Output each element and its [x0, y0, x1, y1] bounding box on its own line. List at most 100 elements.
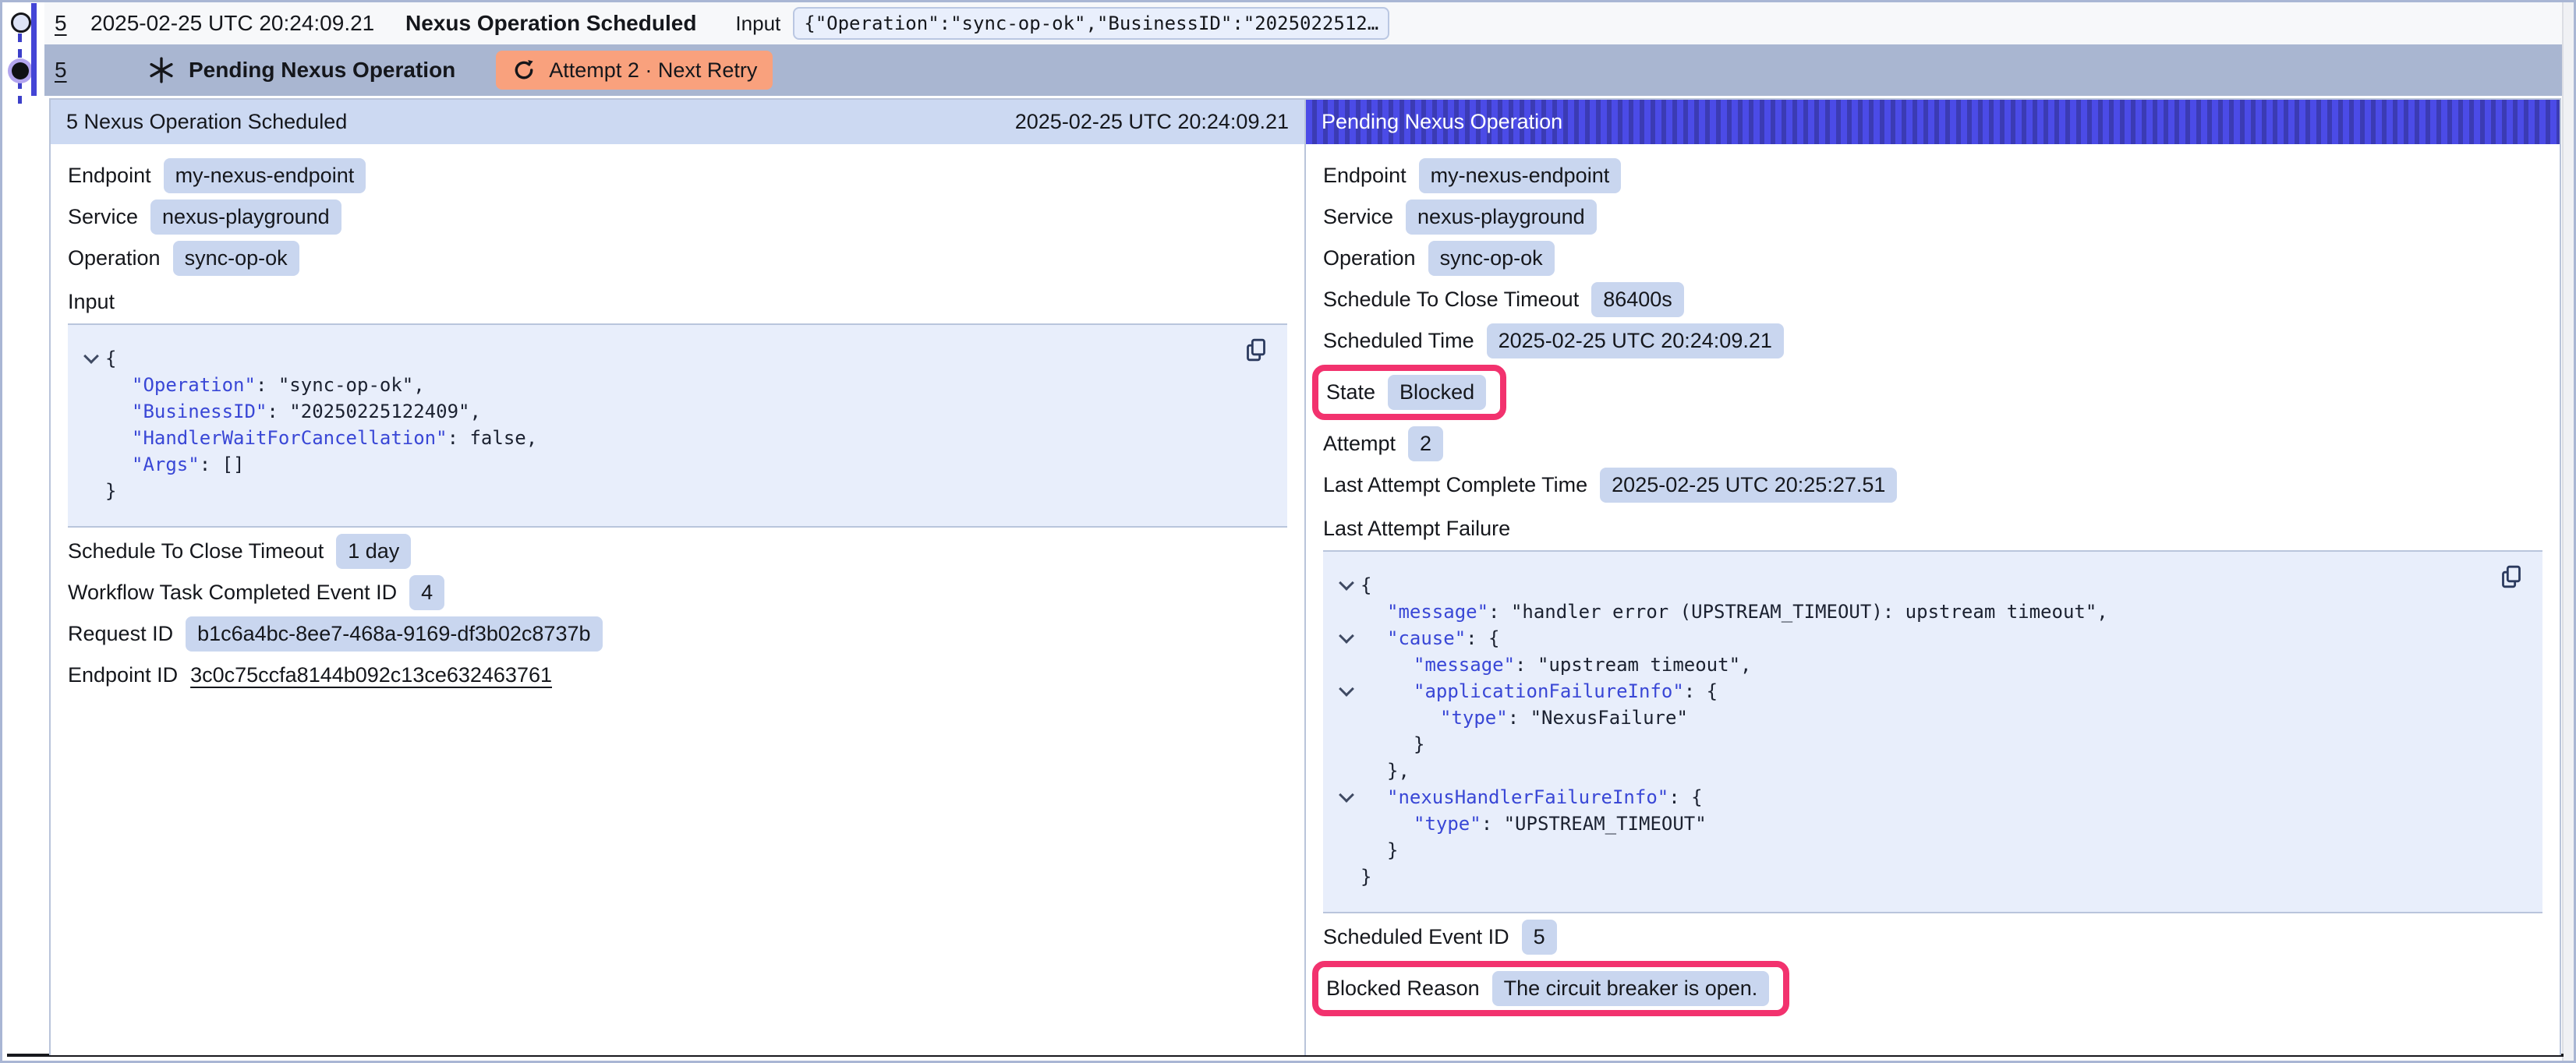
code-line-gutter [1332, 688, 1361, 694]
field-value-badge: 4 [409, 575, 444, 610]
json-code-block: {"message": "handler error (UPSTREAM_TIM… [1323, 550, 2542, 913]
copy-icon[interactable] [2500, 564, 2522, 589]
field-value-badge: sync-op-ok [1428, 241, 1555, 276]
field-row-endpoint: Endpointmy-nexus-endpoint [68, 158, 1287, 193]
code-line-text: "nexusHandlerFailureInfo": { [1361, 784, 1703, 810]
panel-header-timestamp: 2025-02-25 UTC 20:24:09.21 [1015, 110, 1289, 134]
event-id-link[interactable]: 5 [55, 11, 90, 36]
event-row-nexus-operation-scheduled[interactable]: 5 2025-02-25 UTC 20:24:09.21 Nexus Opera… [44, 2, 2564, 44]
copy-icon[interactable] [1245, 337, 1267, 362]
pending-panel-body: Endpointmy-nexus-endpoint Servicenexus-pl… [1306, 144, 2560, 1030]
annotation-highlight: StateBlocked [1312, 365, 1506, 420]
field-value-link[interactable]: 3c0c75ccfa8144b092c13ce632463761 [190, 663, 552, 687]
field-row-schedule-to-close-timeout: Schedule To Close Timeout 86400s [1323, 282, 2542, 317]
code-line: "nexusHandlerFailureInfo": { [1332, 784, 2527, 810]
field-row-operation: Operationsync-op-ok [68, 241, 1287, 276]
field-label: Scheduled Event ID [1323, 925, 1509, 949]
field-value-badge: nexus-playground [1406, 200, 1597, 235]
code-line-gutter [1332, 635, 1361, 641]
field-row-schedule-to-close-timeout: Schedule To Close Timeout1 day [68, 534, 1287, 569]
field-label: Schedule To Close Timeout [1323, 288, 1579, 312]
event-timestamp: 2025-02-25 UTC 20:24:09.21 [90, 11, 405, 36]
field-label: Endpoint ID [68, 663, 178, 687]
field-row-blocked-reason: Blocked ReasonThe circuit breaker is ope… [1326, 971, 1769, 1006]
field-row-endpoint-id: Endpoint ID 3c0c75ccfa8144b092c13ce632463… [68, 658, 1287, 693]
code-line-text: { [1361, 572, 1371, 599]
annotation-highlight: Blocked ReasonThe circuit breaker is ope… [1312, 961, 1789, 1016]
code-line-text: "type": "UPSTREAM_TIMEOUT" [1361, 810, 1707, 837]
field-label: Endpoint [68, 164, 151, 188]
field-row-service: Servicenexus-playground [1323, 200, 2542, 235]
retry-status-badge: Attempt 2 · Next Retry [496, 51, 773, 90]
field-value-badge: sync-op-ok [173, 241, 299, 276]
code-line-text: } [1361, 837, 1398, 863]
field-value-badge: 86400s [1591, 282, 1684, 317]
code-line: "cause": { [1332, 625, 2527, 652]
pending-event-title: Pending Nexus Operation [189, 58, 455, 83]
chevron-down-icon[interactable] [1339, 575, 1354, 591]
field-value-badge: The circuit breaker is open. [1492, 971, 1770, 1006]
field-row-endpoint: Endpointmy-nexus-endpoint [1323, 158, 2542, 193]
code-line: "applicationFailureInfo": { [1332, 678, 2527, 705]
temporal-event-history-page: 5 2025-02-25 UTC 20:24:09.21 Nexus Opera… [0, 0, 2576, 1063]
code-line: "message": "handler error (UPSTREAM_TIME… [1332, 599, 2527, 625]
code-line: } [1332, 837, 2527, 863]
chevron-down-icon[interactable] [1339, 787, 1354, 803]
code-line-gutter [1332, 582, 1361, 588]
code-block-label: Last Attempt Failure [1323, 517, 2542, 541]
code-line: "HandlerWaitForCancellation": false, [77, 425, 1272, 451]
code-line: } [1332, 863, 2527, 890]
chevron-down-icon[interactable] [1339, 681, 1354, 697]
pending-operation-detail-panel: Pending Nexus Operation Endpointmy-nexus… [1304, 100, 2560, 1055]
code-line-text: } [1361, 731, 1424, 758]
field-row-service: Servicenexus-playground [68, 200, 1287, 235]
event-input-label: Input [735, 12, 780, 36]
retry-badge-label: Attempt 2 · Next Retry [549, 58, 757, 83]
event-row-pending-nexus-operation[interactable]: 5 Pending Nexus Operation [44, 44, 2564, 96]
chevron-down-icon[interactable] [1339, 628, 1354, 644]
code-line-text: }, [1361, 758, 1410, 784]
code-line: { [77, 345, 1272, 372]
code-line: "type": "UPSTREAM_TIMEOUT" [1332, 810, 2527, 837]
code-line-text: "message": "handler error (UPSTREAM_TIME… [1361, 599, 2108, 625]
code-line: } [1332, 731, 2527, 758]
refresh-icon [511, 58, 536, 83]
field-label: Service [68, 205, 138, 229]
field-value-badge: 2025-02-25 UTC 20:24:09.21 [1487, 323, 1784, 358]
field-row-workflow-task-completed-event-id: Workflow Task Completed Event ID4 [68, 575, 1287, 610]
asterisk-icon [148, 57, 175, 83]
scrollbar-track[interactable] [2562, 2, 2574, 1061]
code-line-text: "HandlerWaitForCancellation": false, [105, 425, 537, 451]
code-line-text: } [105, 478, 116, 504]
annotated-row-wrap: StateBlocked [1323, 365, 2542, 420]
annotated-row-wrap: Blocked ReasonThe circuit breaker is ope… [1323, 961, 2542, 1016]
field-label: Schedule To Close Timeout [68, 539, 324, 563]
code-line-text: } [1361, 863, 1371, 890]
code-line: "type": "NexusFailure" [1332, 705, 2527, 731]
scheduled-panel-body: Endpointmy-nexus-endpoint Servicenexus-pl… [51, 144, 1304, 707]
event-detail-container: 5 Nexus Operation Scheduled 2025-02-25 U… [49, 98, 2561, 1055]
field-row-operation: Operation sync-op-ok [1323, 241, 2542, 276]
scheduled-panel-header: 5 Nexus Operation Scheduled 2025-02-25 U… [51, 100, 1304, 144]
code-line-text: "type": "NexusFailure" [1361, 705, 1688, 731]
field-row-scheduled-time: Scheduled Time 2025-02-25 UTC 20:24:09.21 [1323, 323, 2542, 358]
field-value-badge: 5 [1522, 920, 1557, 955]
pending-panel-header: Pending Nexus Operation [1306, 100, 2560, 144]
field-label: Operation [1323, 246, 1416, 270]
field-label: Scheduled Time [1323, 329, 1474, 353]
code-line-text: "applicationFailureInfo": { [1361, 678, 1718, 705]
field-value-badge: my-nexus-endpoint [1419, 158, 1622, 193]
field-row-scheduled-event-id: Scheduled Event ID 5 [1323, 920, 2542, 955]
event-id-link[interactable]: 5 [55, 58, 90, 83]
code-line-gutter [77, 355, 105, 362]
event-title: Nexus Operation Scheduled [405, 11, 696, 36]
field-value-badge: 2025-02-25 UTC 20:25:27.51 [1600, 468, 1897, 503]
code-line-text: "Operation": "sync-op-ok", [105, 372, 425, 398]
code-line: "Args": [] [77, 451, 1272, 478]
hollow-circle-icon [11, 12, 31, 33]
code-line: }, [1332, 758, 2527, 784]
panel-header-title: Pending Nexus Operation [1322, 110, 1562, 134]
chevron-down-icon[interactable] [83, 348, 99, 364]
field-row-request-id: Request IDb1c6a4bc-8ee7-468a-9169-df3b02… [68, 616, 1287, 652]
event-rows: 5 2025-02-25 UTC 20:24:09.21 Nexus Opera… [44, 2, 2564, 96]
